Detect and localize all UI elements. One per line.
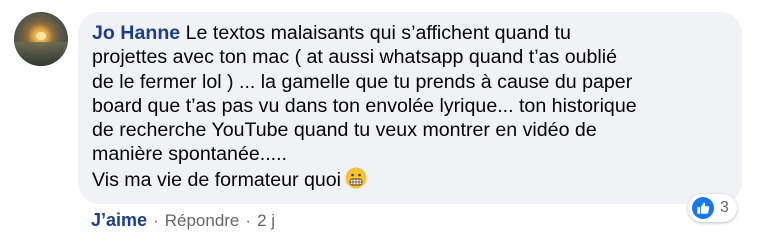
- comment-text-line: Vis ma vie de formateur quoi: [92, 168, 342, 191]
- avatar[interactable]: [14, 12, 68, 66]
- reaction-count: 3: [720, 199, 729, 216]
- comment-text-line: projettes avec ton mac ( at aussi whatsa…: [92, 46, 617, 69]
- comment-text-line: de le fermer lol ) ... la gamelle que tu…: [92, 70, 633, 93]
- reply-button[interactable]: Répondre: [165, 211, 240, 231]
- timestamp[interactable]: 2 j: [257, 211, 275, 231]
- comment-line-1: Jo Hanne Le textos malaisants qui s’affi…: [92, 21, 732, 45]
- comment-text-line: Le textos malaisants qui s’affichent qua…: [185, 22, 571, 44]
- thumbs-up-glyph: [697, 202, 710, 214]
- comment: Jo Hanne Le textos malaisants qui s’affi…: [0, 0, 770, 246]
- comment-text-line: de recherche YouTube quand tu veux montr…: [92, 119, 597, 142]
- comment-text-line: board que t’as pas vu dans ton envolée l…: [92, 94, 637, 117]
- avatar-sun: [36, 32, 46, 40]
- like-button[interactable]: J’aime: [91, 210, 147, 231]
- separator-dot: ·: [245, 210, 252, 230]
- comment-body: Jo Hanne Le textos malaisants qui s’affi…: [92, 21, 732, 192]
- reaction-summary[interactable]: 3: [688, 194, 737, 222]
- avatar-ground: [14, 41, 68, 66]
- comment-line-last: Vis ma vie de formateur quoi: [92, 167, 732, 192]
- comment-actions: J’aime · Répondre · 2 j: [91, 210, 275, 231]
- comment-bubble: Jo Hanne Le textos malaisants qui s’affi…: [78, 12, 742, 204]
- thumbs-up-icon: [692, 197, 714, 219]
- comment-text-line: manière spontanée.....: [92, 143, 287, 166]
- separator-dot: ·: [153, 210, 159, 230]
- grimacing-face-icon: [345, 167, 367, 189]
- author-name[interactable]: Jo Hanne: [92, 22, 180, 44]
